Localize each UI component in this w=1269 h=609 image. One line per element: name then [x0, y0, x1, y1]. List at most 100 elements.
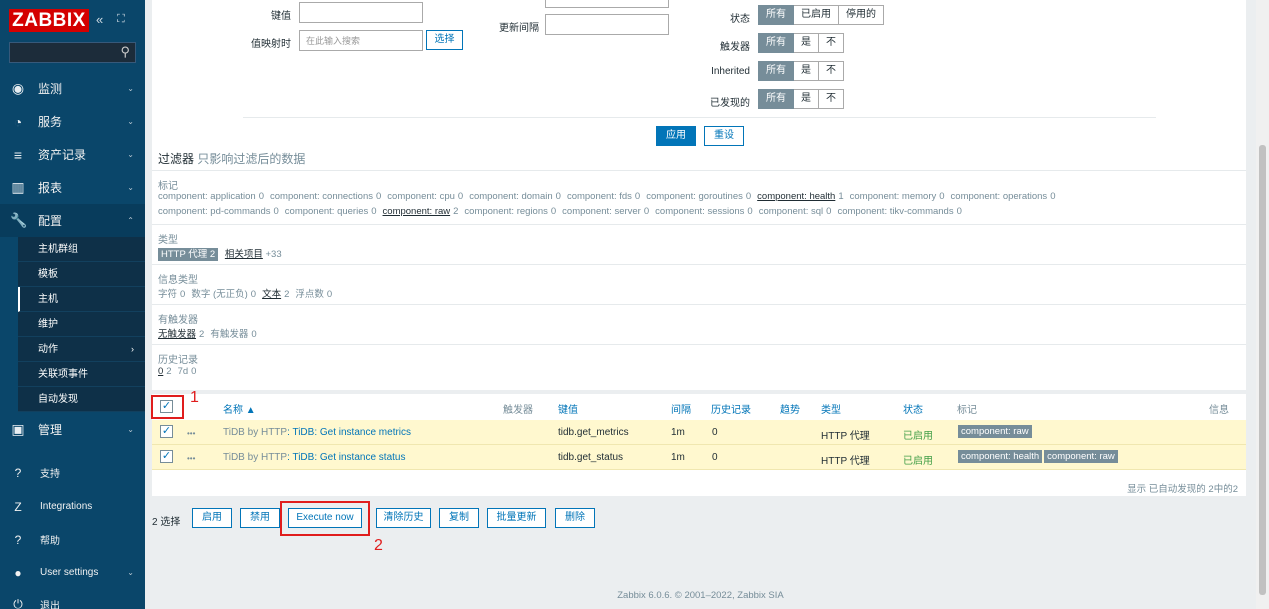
enable-button[interactable]: 启用	[192, 508, 232, 528]
status-segmented[interactable]: 所有 已启用 停用的	[758, 5, 884, 25]
subfilter-option[interactable]: 02	[158, 366, 172, 377]
type-related-link[interactable]: 相关项目	[225, 249, 263, 260]
discovered-all[interactable]: 所有	[758, 89, 794, 109]
col-interval[interactable]: 间隔	[671, 401, 691, 416]
status-enabled[interactable]: 已启用	[794, 5, 839, 25]
subfilter-option[interactable]: component: fds 0	[567, 191, 640, 202]
apply-button[interactable]: 应用	[656, 126, 696, 146]
discovered-segmented[interactable]: 所有 是 不	[758, 89, 844, 109]
subfilter-option[interactable]: component: memory 0	[850, 191, 945, 202]
update-interval-input[interactable]	[545, 14, 669, 35]
kiosk-mode-icon[interactable]: ⛶	[117, 13, 125, 26]
submenu-host-groups[interactable]: 主机群组	[18, 237, 145, 262]
disable-button[interactable]: 禁用	[240, 508, 280, 528]
menu-help[interactable]: ? 帮助	[0, 523, 145, 556]
subfilter-option[interactable]: 无触发器 2	[158, 329, 204, 340]
subfilter-option[interactable]: 有触发器 0	[210, 329, 256, 340]
col-type[interactable]: 类型	[821, 401, 841, 416]
triggers-yes[interactable]: 是	[794, 33, 819, 53]
tag-badge[interactable]: component: raw	[958, 425, 1032, 438]
copy-button[interactable]: 复制	[439, 508, 479, 528]
subfilter-option[interactable]: component: operations 0	[951, 191, 1056, 202]
status-disabled[interactable]: 停用的	[839, 5, 884, 25]
clear-history-button[interactable]: 清除历史	[376, 508, 431, 528]
row-checkbox[interactable]: ✓	[160, 425, 173, 438]
status-all[interactable]: 所有	[758, 5, 794, 25]
scrollbar-thumb[interactable]	[1259, 145, 1266, 595]
discovered-yes[interactable]: 是	[794, 89, 819, 109]
row-checkbox[interactable]: ✓	[160, 450, 173, 463]
subfilter-option[interactable]: 数字 (无正负) 0	[191, 289, 256, 300]
discovered-no[interactable]: 不	[819, 89, 844, 109]
subfilter-option[interactable]: component: health 1	[757, 191, 843, 202]
menu-monitoring[interactable]: ◉ 监测 ⌄	[0, 72, 145, 105]
item-name-link[interactable]: TiDB: Get instance status	[292, 452, 405, 463]
subfilter-option[interactable]: component: queries 0	[285, 206, 377, 217]
subfilter-option[interactable]: 文本 2	[262, 289, 289, 300]
more-dots-icon[interactable]: •••	[187, 429, 195, 438]
menu-administration[interactable]: ▣ 管理 ⌄	[0, 413, 145, 446]
select-button[interactable]: 选择	[426, 30, 463, 50]
key-input[interactable]	[299, 2, 423, 23]
more-dots-icon[interactable]: •••	[187, 454, 195, 463]
subfilter-option[interactable]: component: pd-commands 0	[158, 206, 279, 217]
menu-reports[interactable]: ▥ 报表 ⌄	[0, 171, 145, 204]
submenu-actions[interactable]: 动作 ›	[18, 337, 145, 362]
tag-badge[interactable]: component: health	[958, 450, 1043, 463]
template-link[interactable]: TiDB by HTTP	[223, 427, 287, 438]
type-selected-badge[interactable]: HTTP 代理 2	[158, 248, 219, 261]
inherited-segmented[interactable]: 所有 是 不	[758, 61, 844, 81]
collapse-sidebar-icon[interactable]: «	[96, 12, 103, 27]
subfilter-option[interactable]: component: regions 0	[464, 206, 556, 217]
item-status-link[interactable]: 已启用	[903, 452, 933, 467]
menu-configuration[interactable]: 🔧 配置 ⌃	[0, 204, 145, 237]
submenu-event-correlation[interactable]: 关联项事件	[18, 362, 145, 387]
mass-update-button[interactable]: 批量更新	[487, 508, 546, 528]
subfilter-option[interactable]: 浮点数 0	[295, 289, 332, 300]
col-name[interactable]: 名称 ▲	[223, 401, 256, 416]
inherited-no[interactable]: 不	[819, 61, 844, 81]
menu-support[interactable]: ? 支持	[0, 456, 145, 489]
value-mapping-input[interactable]: 在此输入搜索	[299, 30, 423, 51]
subfilter-option[interactable]: 字符 0	[158, 289, 185, 300]
inherited-all[interactable]: 所有	[758, 61, 794, 81]
subfilter-option[interactable]: component: connections 0	[270, 191, 381, 202]
col-status[interactable]: 状态	[903, 401, 923, 416]
subfilter-option[interactable]: component: server 0	[562, 206, 649, 217]
sidebar-search-input[interactable]: ⚲	[9, 42, 136, 63]
subfilter-option[interactable]: component: goroutines 0	[646, 191, 751, 202]
menu-services[interactable]: ◔ 服务 ⌄	[0, 105, 145, 138]
subfilter-option[interactable]: 7d 0	[178, 366, 197, 377]
submenu-hosts[interactable]: 主机	[18, 287, 145, 312]
triggers-all[interactable]: 所有	[758, 33, 794, 53]
subfilter-option[interactable]: component: sessions 0	[655, 206, 753, 217]
scrollbar[interactable]	[1256, 0, 1269, 609]
col-trends[interactable]: 趋势	[780, 401, 800, 416]
triggers-no[interactable]: 不	[819, 33, 844, 53]
table-row[interactable]: ✓ ••• TiDB by HTTP: TiDB: Get instance s…	[152, 445, 1246, 470]
delete-button[interactable]: 删除	[555, 508, 595, 528]
template-link[interactable]: TiDB by HTTP	[223, 452, 287, 463]
menu-user-settings[interactable]: ● User settings ⌄	[0, 556, 145, 589]
col-history[interactable]: 历史记录	[711, 401, 751, 416]
table-row[interactable]: ✓ ••• TiDB by HTTP: TiDB: Get instance m…	[152, 420, 1246, 445]
tag-badge[interactable]: component: raw	[1044, 450, 1118, 463]
item-status-link[interactable]: 已启用	[903, 427, 933, 442]
subfilter-option[interactable]: component: domain 0	[469, 191, 561, 202]
inherited-yes[interactable]: 是	[794, 61, 819, 81]
col-key[interactable]: 键值	[558, 401, 578, 416]
top-input[interactable]	[545, 0, 669, 8]
item-name-link[interactable]: TiDB: Get instance metrics	[292, 427, 411, 438]
subfilter-option[interactable]: component: cpu 0	[387, 191, 463, 202]
zabbix-logo[interactable]: ZABBIX	[9, 9, 89, 32]
subfilter-option[interactable]: component: application 0	[158, 191, 264, 202]
menu-sign-out[interactable]: ⏻ 退出	[0, 588, 145, 609]
submenu-templates[interactable]: 模板	[18, 262, 145, 287]
subfilter-option[interactable]: component: raw 2	[383, 206, 459, 217]
submenu-maintenance[interactable]: 维护	[18, 312, 145, 337]
reset-button[interactable]: 重设	[704, 126, 744, 146]
subfilter-option[interactable]: component: sql 0	[759, 206, 832, 217]
triggers-segmented[interactable]: 所有 是 不	[758, 33, 844, 53]
menu-inventory[interactable]: ≡ 资产记录 ⌄	[0, 138, 145, 171]
submenu-discovery[interactable]: 自动发现	[18, 387, 145, 412]
